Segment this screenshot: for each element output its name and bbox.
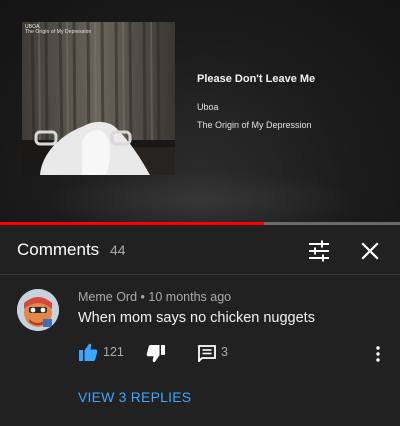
like-count: 121 <box>103 345 124 359</box>
sort-filter-icon <box>309 240 329 262</box>
more-vertical-icon <box>376 346 380 362</box>
like-button[interactable] <box>78 342 98 362</box>
dislike-button[interactable] <box>146 344 166 364</box>
comment-text: When mom says no chicken nuggets <box>78 310 315 326</box>
video-player[interactable]: UBOA The Origin of My Depression Please … <box>0 0 400 224</box>
view-replies-button[interactable]: VIEW 3 REPLIES <box>78 389 191 405</box>
comments-header: Comments 44 <box>0 225 400 275</box>
track-album: The Origin of My Depression <box>197 120 312 130</box>
close-icon <box>361 242 379 260</box>
comment-author[interactable]: Meme Ord <box>78 290 137 304</box>
sort-comments-button[interactable] <box>306 238 332 264</box>
video-background-glow <box>40 170 360 224</box>
comment-bubble-icon <box>198 345 216 364</box>
track-artist: Uboa <box>197 102 219 112</box>
avatar-image <box>17 289 59 331</box>
close-comments-button[interactable] <box>357 238 383 264</box>
reply-count: 3 <box>221 345 228 359</box>
comment-time: 10 months ago <box>148 290 232 304</box>
album-art: UBOA The Origin of My Depression <box>22 22 175 175</box>
comments-count: 44 <box>110 242 126 258</box>
avatar[interactable] <box>17 289 59 331</box>
thumbs-up-icon <box>79 343 98 361</box>
album-art-image <box>22 22 175 175</box>
comment-more-button[interactable] <box>371 344 385 364</box>
reply-button[interactable] <box>198 344 216 364</box>
meta-separator: • <box>140 290 145 304</box>
comment-meta: Meme Ord • 10 months ago <box>78 290 231 304</box>
track-title: Please Don't Leave Me <box>197 73 316 85</box>
comments-title: Comments <box>17 240 100 259</box>
album-art-title-label: The Origin of My Depression <box>25 29 92 35</box>
thumbs-down-icon <box>146 345 165 363</box>
